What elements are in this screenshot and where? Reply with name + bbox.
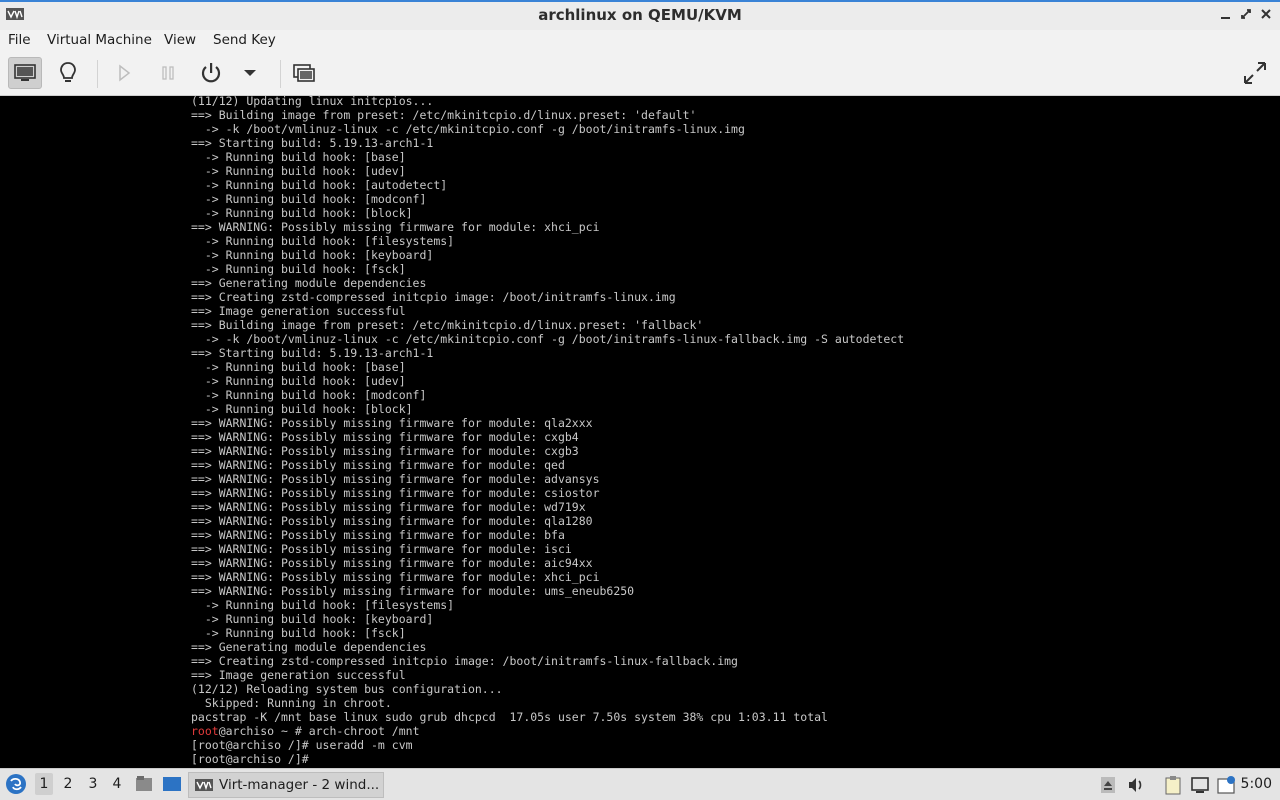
console-line: -> Running build hook: [filesystems] xyxy=(191,234,455,248)
virt-manager-icon xyxy=(195,779,213,791)
menu-bar: File Virtual Machine View Send Key xyxy=(0,30,1280,52)
taskbar-task-virt-manager[interactable]: Virt-manager - 2 wind... xyxy=(188,772,384,798)
taskbar: 1 2 3 4 Virt-manager - 2 wind... 5:00 xyxy=(0,768,1280,800)
console-line: ==> Generating module dependencies xyxy=(191,276,427,290)
console-line: pacstrap -K /mnt base linux sudo grub dh… xyxy=(191,710,828,724)
workspace-4[interactable]: 4 xyxy=(108,776,126,792)
console-line: -> -k /boot/vmlinuz-linux -c /etc/mkinit… xyxy=(191,122,745,136)
console-line: ==> Creating zstd-compressed initcpio im… xyxy=(191,654,738,668)
console-line: ==> WARNING: Possibly missing firmware f… xyxy=(191,444,579,458)
workspace-3[interactable]: 3 xyxy=(84,776,102,792)
minimize-icon[interactable] xyxy=(1218,6,1234,22)
notification-icon[interactable] xyxy=(1216,775,1236,795)
fullscreen-icon xyxy=(1244,62,1266,84)
console-line: ==> Image generation successful xyxy=(191,304,406,318)
console-line: ==> Starting build: 5.19.13-arch1-1 xyxy=(191,346,434,360)
console-line: -> Running build hook: [autodetect] xyxy=(191,178,448,192)
restore-icon[interactable] xyxy=(1238,6,1254,22)
clipboard-icon[interactable] xyxy=(1163,775,1183,795)
taskbar-clock[interactable]: 5:00 xyxy=(1241,776,1272,792)
fullscreen-button[interactable] xyxy=(1238,57,1272,89)
lightbulb-icon xyxy=(60,62,76,82)
workspace-2[interactable]: 2 xyxy=(59,776,77,792)
prompt-command: @archiso ~ # arch-chroot /mnt xyxy=(218,724,420,738)
console-line: -> Running build hook: [udev] xyxy=(191,374,406,388)
console-line: [root@archiso /]# useradd -m cvm xyxy=(191,738,413,752)
console-log-text: (11/12) Updating linux initcpios... ==> … xyxy=(191,96,904,724)
console-line: ==> Building image from preset: /etc/mki… xyxy=(191,318,704,332)
console-line: -> Running build hook: [keyboard] xyxy=(191,612,434,626)
console-line: -> Running build hook: [base] xyxy=(191,360,406,374)
console-line: ==> Generating module dependencies xyxy=(191,640,427,654)
console-line: -> Running build hook: [keyboard] xyxy=(191,248,434,262)
console-line: ==> Building image from preset: /etc/mki… xyxy=(191,108,697,122)
toolbar xyxy=(0,52,1280,96)
console-line: ==> Creating zstd-compressed initcpio im… xyxy=(191,290,676,304)
console-line: Skipped: Running in chroot. xyxy=(191,696,392,710)
start-menu-icon[interactable] xyxy=(5,773,27,795)
shutdown-button[interactable] xyxy=(194,57,228,89)
console-line: -> Running build hook: [fsck] xyxy=(191,626,406,640)
console-output: (11/12) Updating linux initcpios... ==> … xyxy=(191,96,904,766)
console-line: -> Running build hook: [fsck] xyxy=(191,262,406,276)
console-line: ==> WARNING: Possibly missing firmware f… xyxy=(191,458,565,472)
snapshots-icon xyxy=(293,64,315,82)
console-line: -> -k /boot/vmlinuz-linux -c /etc/mkinit… xyxy=(191,332,905,346)
menu-send-key[interactable]: Send Key xyxy=(213,32,276,48)
pause-button[interactable] xyxy=(151,57,185,89)
network-icon[interactable] xyxy=(1190,775,1210,795)
console-line: [root@archiso /]# xyxy=(191,752,316,766)
workspace-1[interactable]: 1 xyxy=(35,773,53,795)
console-line: ==> WARNING: Possibly missing firmware f… xyxy=(191,556,593,570)
console-line: ==> Starting build: 5.19.13-arch1-1 xyxy=(191,136,434,150)
console-line: -> Running build hook: [base] xyxy=(191,150,406,164)
titlebar-accent-line xyxy=(0,0,1280,2)
console-line: ==> WARNING: Possibly missing firmware f… xyxy=(191,570,600,584)
console-line: -> Running build hook: [modconf] xyxy=(191,388,427,402)
file-manager-icon[interactable] xyxy=(135,775,153,793)
snapshots-button[interactable] xyxy=(287,57,321,89)
console-line: -> Running build hook: [udev] xyxy=(191,164,406,178)
console-line: ==> WARNING: Possibly missing firmware f… xyxy=(191,528,565,542)
toolbar-separator xyxy=(97,60,98,88)
console-line: ==> WARNING: Possibly missing firmware f… xyxy=(191,472,600,486)
console-line: -> Running build hook: [block] xyxy=(191,206,413,220)
run-button[interactable] xyxy=(107,57,141,89)
prompt-username: root xyxy=(191,724,219,738)
console-line: ==> Image generation successful xyxy=(191,668,406,682)
run-icon xyxy=(119,64,131,82)
window-title: archlinux on QEMU/KVM xyxy=(538,6,742,24)
console-line: ==> WARNING: Possibly missing firmware f… xyxy=(191,542,572,556)
console-line: ==> WARNING: Possibly missing firmware f… xyxy=(191,486,600,500)
console-line: -> Running build hook: [filesystems] xyxy=(191,598,455,612)
show-console-button[interactable] xyxy=(8,57,42,89)
pause-icon xyxy=(162,66,174,80)
taskbar-task-label: Virt-manager - 2 wind... xyxy=(219,777,380,793)
console-line: ==> WARNING: Possibly missing firmware f… xyxy=(191,584,635,598)
menu-file[interactable]: File xyxy=(8,32,31,48)
console-line: -> Running build hook: [block] xyxy=(191,402,413,416)
toolbar-separator xyxy=(280,60,281,88)
window-titlebar[interactable]: archlinux on QEMU/KVM xyxy=(0,0,1280,31)
console-line: (11/12) Updating linux initcpios... xyxy=(191,96,434,108)
console-icon xyxy=(14,64,36,81)
console-line: -> Running build hook: [modconf] xyxy=(191,192,427,206)
show-details-button[interactable] xyxy=(51,57,85,89)
desktop-window-icon[interactable] xyxy=(162,775,182,793)
eject-icon[interactable] xyxy=(1098,775,1118,795)
volume-icon[interactable] xyxy=(1126,775,1146,795)
console-line: ==> WARNING: Possibly missing firmware f… xyxy=(191,220,600,234)
console-line: ==> WARNING: Possibly missing firmware f… xyxy=(191,514,593,528)
vm-console-display[interactable]: (11/12) Updating linux initcpios... ==> … xyxy=(0,96,1280,768)
console-line: ==> WARNING: Possibly missing firmware f… xyxy=(191,500,586,514)
console-line: (12/12) Reloading system bus configurati… xyxy=(191,682,503,696)
power-icon xyxy=(201,63,221,83)
menu-view[interactable]: View xyxy=(164,32,196,48)
close-icon[interactable] xyxy=(1258,6,1274,22)
console-line: ==> WARNING: Possibly missing firmware f… xyxy=(191,430,579,444)
menu-virtual-machine[interactable]: Virtual Machine xyxy=(47,32,152,48)
shutdown-menu-button[interactable] xyxy=(233,57,267,89)
chevron-down-icon xyxy=(244,70,256,76)
console-line: ==> WARNING: Possibly missing firmware f… xyxy=(191,416,593,430)
